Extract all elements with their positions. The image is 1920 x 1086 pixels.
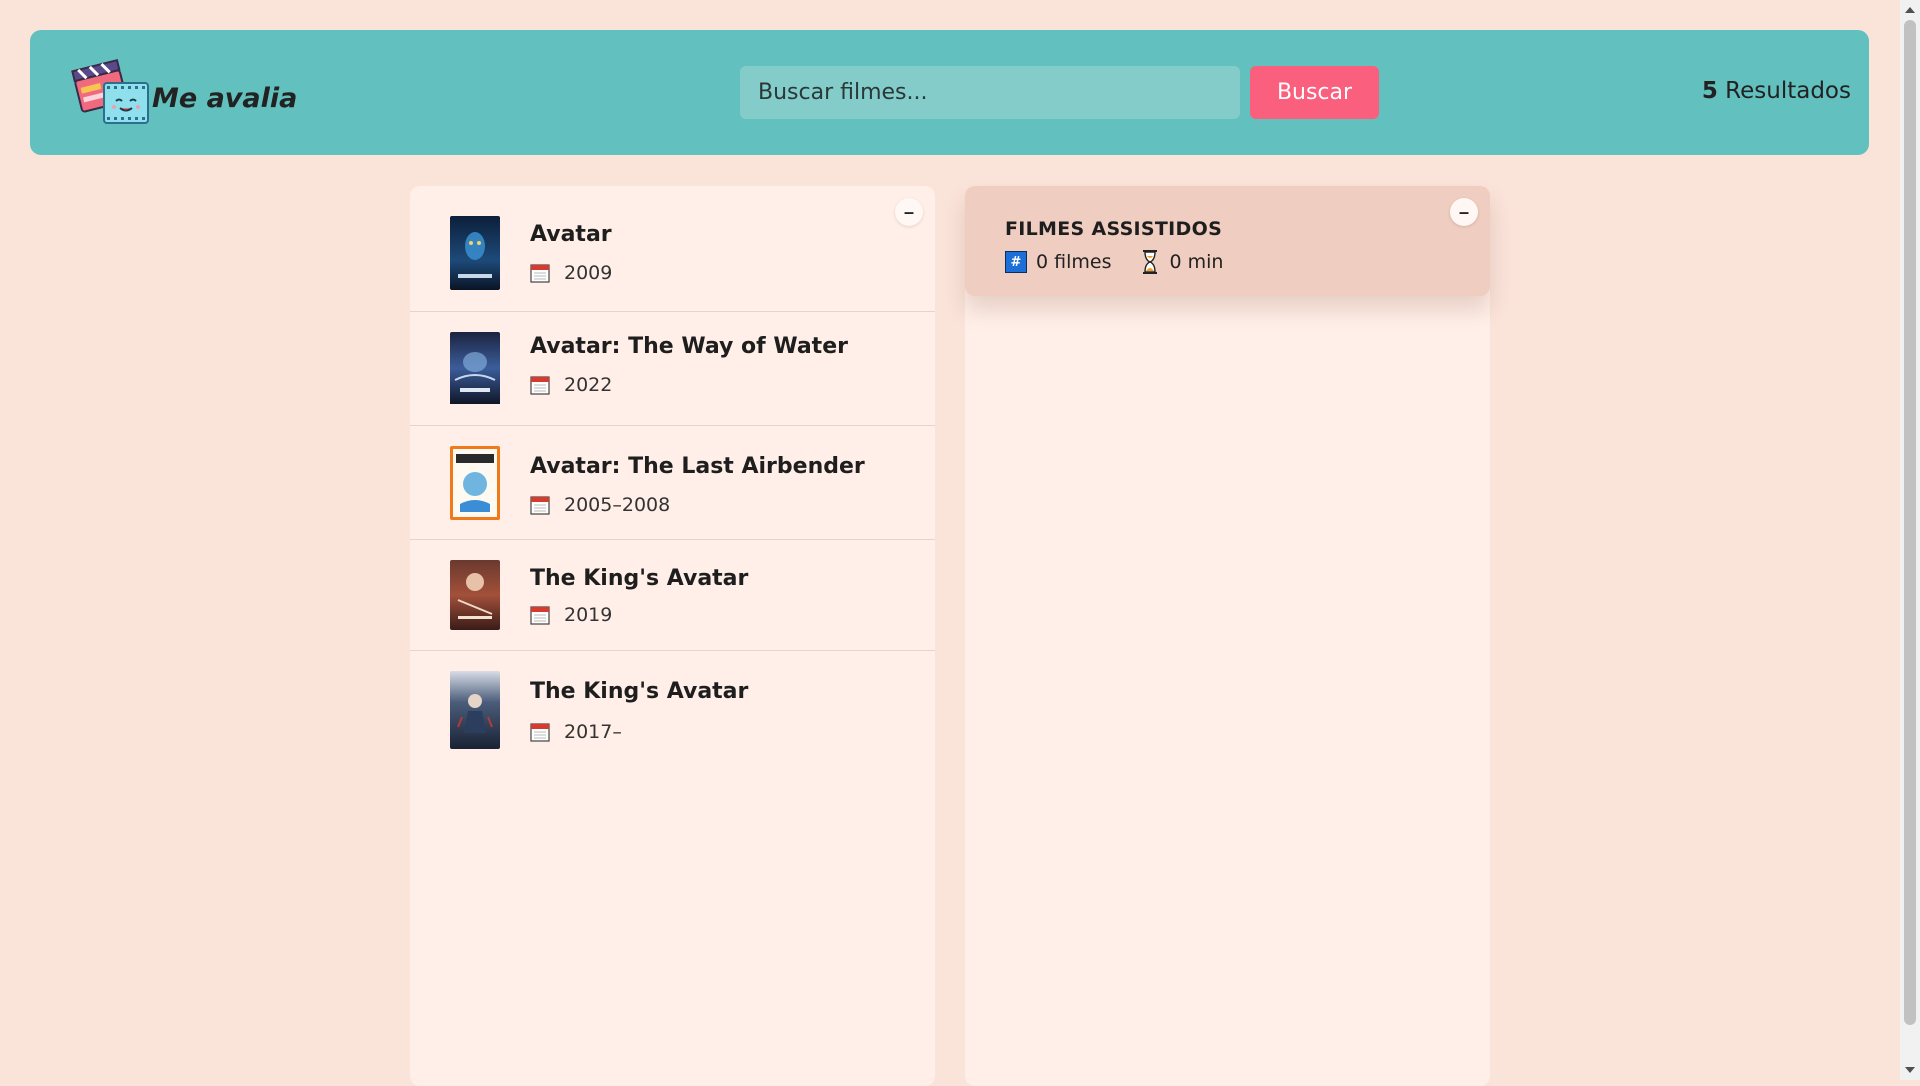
- search-input[interactable]: [740, 66, 1240, 119]
- results-label: Resultados: [1725, 78, 1851, 104]
- movie-year-row: 2009: [530, 262, 612, 284]
- calendar-icon: [530, 495, 550, 515]
- calendar-icon: [530, 605, 550, 625]
- movie-poster: [450, 560, 500, 630]
- movie-list-item[interactable]: Avatar: The Last Airbender 2005–2008: [410, 426, 935, 540]
- movie-poster: [450, 446, 500, 520]
- logo: Me avalia: [70, 53, 297, 129]
- movie-title: The King's Avatar: [530, 566, 749, 591]
- watched-count: 0 filmes: [1036, 251, 1112, 273]
- app-name: Me avalia: [152, 82, 298, 114]
- collapse-list-button[interactable]: –: [895, 198, 923, 226]
- movie-year-row: 2019: [530, 604, 612, 626]
- movie-list-item[interactable]: Avatar 2009: [410, 186, 935, 312]
- movie-title: Avatar: The Last Airbender: [530, 454, 865, 479]
- movie-year: 2017–: [564, 721, 622, 743]
- scroll-down-icon[interactable]: [1905, 1067, 1915, 1073]
- results-number: 5: [1701, 78, 1718, 104]
- movie-title: Avatar: The Way of Water: [530, 334, 848, 359]
- movie-title: The King's Avatar: [530, 679, 749, 704]
- movie-year-row: 2022: [530, 374, 612, 396]
- watched-runtime: 0 min: [1169, 251, 1224, 273]
- navbar: Me avalia Buscar 5 Resultados: [30, 30, 1869, 155]
- scroll-up-icon[interactable]: [1905, 7, 1915, 13]
- movie-year-row: 2005–2008: [530, 494, 670, 516]
- movie-year: 2019: [564, 604, 613, 626]
- movie-title: Avatar: [530, 222, 612, 247]
- movie-year: 2005–2008: [564, 494, 671, 516]
- movie-poster: [450, 332, 500, 406]
- movie-year: 2009: [564, 262, 613, 284]
- watched-title: FILMES ASSISTIDOS: [1005, 218, 1223, 240]
- movie-poster: [450, 216, 500, 290]
- movie-list-item[interactable]: Avatar: The Way of Water 2022: [410, 312, 935, 426]
- results-count: 5 Resultados: [1702, 78, 1851, 104]
- calendar-icon: [530, 263, 550, 283]
- watched-runtime-stat: 0 min: [1141, 250, 1223, 274]
- hash-icon: #: [1005, 251, 1027, 273]
- scroll-thumb[interactable]: [1904, 20, 1916, 1025]
- watched-count-stat: # 0 filmes: [1005, 251, 1111, 273]
- watched-stats: # 0 filmes 0 min: [1005, 250, 1253, 274]
- calendar-icon: [530, 722, 550, 742]
- hourglass-icon: [1141, 250, 1159, 274]
- watched-summary: – FILMES ASSISTIDOS # 0 filmes 0 min: [965, 186, 1490, 296]
- movie-poster: [450, 671, 500, 749]
- movie-list-item[interactable]: The King's Avatar 2017–: [410, 651, 935, 765]
- movie-list-panel: – Avatar 2009 Avatar: The Way of Water 2…: [410, 186, 935, 1086]
- clapperboard-logo-icon: [70, 53, 154, 129]
- watched-panel: – FILMES ASSISTIDOS # 0 filmes 0 min: [965, 186, 1490, 1086]
- page-scrollbar[interactable]: [1900, 0, 1920, 1080]
- calendar-icon: [530, 375, 550, 395]
- movie-year: 2022: [564, 374, 613, 396]
- search-button[interactable]: Buscar: [1250, 66, 1379, 119]
- movie-list-item[interactable]: The King's Avatar 2019: [410, 540, 935, 651]
- collapse-watched-button[interactable]: –: [1450, 198, 1478, 226]
- movie-year-row: 2017–: [530, 721, 622, 743]
